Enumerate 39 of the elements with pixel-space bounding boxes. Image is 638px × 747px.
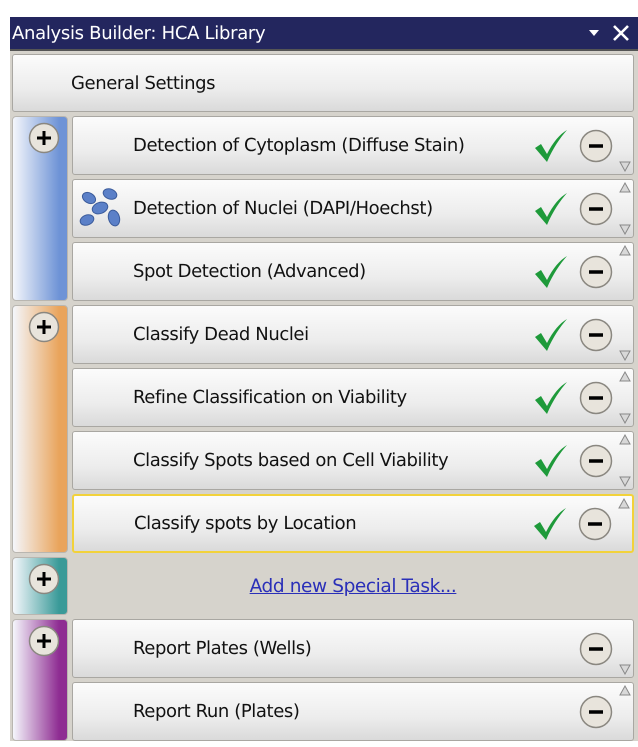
remove-icon[interactable] bbox=[579, 254, 613, 288]
add-icon[interactable] bbox=[28, 563, 60, 595]
remove-icon[interactable] bbox=[578, 506, 612, 540]
move-up-icon[interactable] bbox=[619, 245, 631, 256]
add-icon[interactable] bbox=[28, 625, 60, 657]
task-button[interactable]: Classify spots by Location bbox=[72, 494, 634, 553]
task-button[interactable]: Refine Classification on Viability bbox=[72, 368, 634, 427]
add-task-link[interactable]: Add new Special Task... bbox=[250, 576, 456, 596]
general-settings-button[interactable]: General Settings bbox=[12, 54, 634, 112]
move-up-icon[interactable] bbox=[619, 182, 631, 193]
task-button[interactable]: Classify Spots based on Cell Viability bbox=[72, 431, 634, 490]
remove-icon[interactable] bbox=[579, 444, 613, 478]
task-button[interactable]: Report Run (Plates) bbox=[72, 682, 634, 741]
task-button[interactable]: Detection of Cytoplasm (Diffuse Stain) bbox=[72, 116, 634, 175]
move-down-icon[interactable] bbox=[619, 664, 631, 675]
move-down-icon[interactable] bbox=[619, 224, 631, 235]
move-up-icon[interactable] bbox=[619, 685, 631, 696]
move-down-icon[interactable] bbox=[619, 161, 631, 172]
move-up-icon[interactable] bbox=[618, 498, 630, 509]
window-title: Analysis Builder: HCA Library bbox=[12, 22, 266, 44]
add-icon[interactable] bbox=[28, 311, 60, 343]
add-icon[interactable] bbox=[28, 122, 60, 154]
close-icon[interactable] bbox=[612, 24, 630, 42]
remove-icon[interactable] bbox=[579, 192, 613, 226]
remove-icon[interactable] bbox=[579, 380, 613, 414]
remove-icon[interactable] bbox=[579, 632, 613, 666]
move-down-icon[interactable] bbox=[619, 476, 631, 487]
task-button[interactable]: Detection of Nuclei (DAPI/Hoechst) bbox=[72, 179, 634, 238]
move-up-icon[interactable] bbox=[619, 371, 631, 382]
move-up-icon[interactable] bbox=[619, 434, 631, 445]
dropdown-icon[interactable] bbox=[588, 29, 600, 37]
task-button[interactable]: Report Plates (Wells) bbox=[72, 619, 634, 678]
remove-icon[interactable] bbox=[579, 694, 613, 728]
move-down-icon[interactable] bbox=[619, 350, 631, 361]
task-button[interactable]: Classify Dead Nuclei bbox=[72, 305, 634, 364]
move-down-icon[interactable] bbox=[619, 413, 631, 424]
task-button[interactable]: Spot Detection (Advanced) bbox=[72, 242, 634, 301]
remove-icon[interactable] bbox=[579, 128, 613, 162]
remove-icon[interactable] bbox=[579, 318, 613, 352]
